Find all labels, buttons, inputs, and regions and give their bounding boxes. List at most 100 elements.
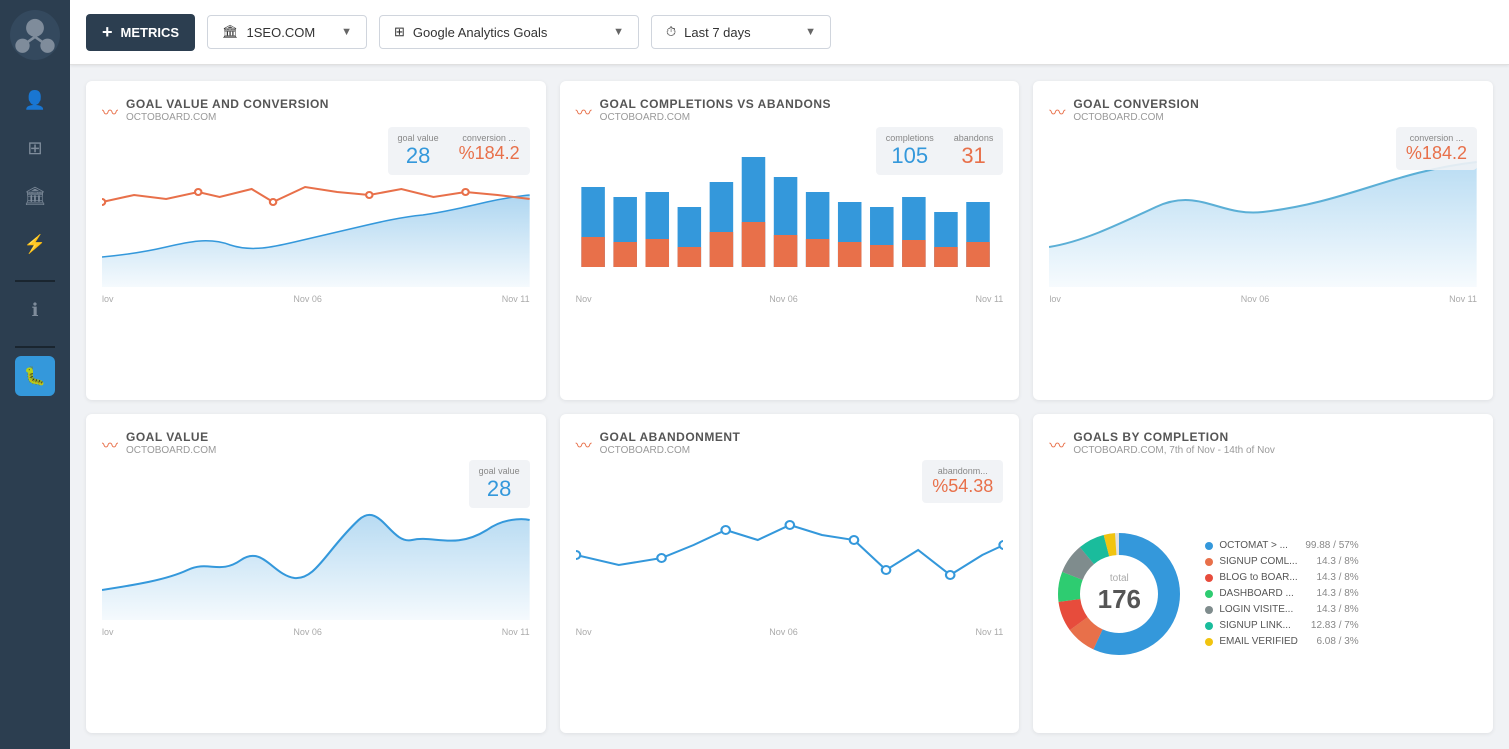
sidebar-item-info[interactable]: ℹ [15, 290, 55, 330]
site-selector[interactable]: 🏛 1SEO.COM ▼ [207, 15, 367, 49]
stat-value-2: %184.2 [459, 143, 520, 164]
legend-item-5: LOGIN VISITE... 14.3 / 8% [1205, 604, 1358, 615]
card-header: 〰 GOAL COMPLETIONS VS ABANDONS OCTOBOARD… [576, 97, 1004, 123]
stat-label-1: completions [886, 133, 934, 143]
card-goal-value: 〰 GOAL VALUE OCTOBOARD.COM goal value 28 [86, 414, 546, 733]
sidebar-item-dashboard[interactable]: ⊞ [15, 128, 55, 168]
legend-dot-2 [1205, 558, 1213, 566]
card-title: GOAL VALUE AND CONVERSION [126, 97, 329, 111]
legend-dot-7 [1205, 638, 1213, 646]
sidebar-item-bug[interactable]: 🐛 [15, 356, 55, 396]
legend-name-3: BLOG to BOAR... [1219, 572, 1310, 583]
stat-label-2: abandons [954, 133, 994, 143]
legend-name-7: EMAIL VERIFIED [1219, 636, 1310, 647]
x-axis: lov Nov 06 Nov 11 [102, 292, 530, 306]
donut-center: total 176 [1098, 573, 1141, 615]
card-subtitle: OCTOBOARD.COM [600, 112, 831, 123]
metrics-label: METRICS [121, 25, 180, 40]
card-body: completions 105 abandons 31 [576, 127, 1004, 384]
legend-item-3: BLOG to BOAR... 14.3 / 8% [1205, 572, 1358, 583]
plus-icon: + [102, 22, 113, 43]
stat-label-2: conversion ... [459, 133, 520, 143]
legend-name-6: SIGNUP LINK... [1219, 620, 1305, 631]
time-label: Last 7 days [684, 25, 751, 40]
legend-name-1: OCTOMAT > ... [1219, 540, 1299, 551]
card-header: 〰 GOAL ABANDONMENT OCTOBOARD.COM [576, 430, 1004, 456]
x-label-2: Nov 06 [1241, 294, 1270, 304]
legend: OCTOMAT > ... 99.88 / 57% SIGNUP COML...… [1205, 540, 1358, 647]
x-label-1: lov [102, 294, 114, 304]
card-title: GOAL VALUE [126, 430, 216, 444]
x-label-2: Nov 06 [293, 627, 322, 637]
card-goals-by-completion: 〰 GOALS BY COMPLETION OCTOBOARD.COM, 7th… [1033, 414, 1493, 733]
card-goal-completions-abandons: 〰 GOAL COMPLETIONS VS ABANDONS OCTOBOARD… [560, 81, 1020, 400]
main-content: + METRICS 🏛 1SEO.COM ▼ ⊞ Google Analytic… [70, 0, 1509, 749]
logo [10, 10, 60, 60]
legend-item-2: SIGNUP COML... 14.3 / 8% [1205, 556, 1358, 567]
bank-icon: 🏛 [222, 24, 239, 40]
x-label-1: lov [1049, 294, 1061, 304]
stat-value-1: 28 [398, 143, 439, 169]
topbar: + METRICS 🏛 1SEO.COM ▼ ⊞ Google Analytic… [70, 0, 1509, 65]
chart-icon: 〰 [102, 99, 118, 123]
chart-icon: 〰 [1049, 432, 1065, 456]
x-label-1: lov [102, 627, 114, 637]
legend-item-7: EMAIL VERIFIED 6.08 / 3% [1205, 636, 1358, 647]
sidebar-item-user[interactable]: 👤 [15, 80, 55, 120]
legend-val-3: 14.3 / 8% [1316, 572, 1358, 583]
legend-dot-6 [1205, 622, 1213, 630]
legend-dot-5 [1205, 606, 1213, 614]
legend-dot-3 [1205, 574, 1213, 582]
x-label-2: Nov 06 [769, 627, 798, 637]
legend-val-1: 99.88 / 57% [1305, 540, 1358, 551]
stats-badge: goal value 28 [469, 460, 530, 508]
legend-name-2: SIGNUP COML... [1219, 556, 1310, 567]
report-label: Google Analytics Goals [413, 25, 547, 40]
card-goal-value-conversion: 〰 GOAL VALUE AND CONVERSION OCTOBOARD.CO… [86, 81, 546, 400]
x-label-2: Nov 06 [769, 294, 798, 304]
card-goal-conversion: 〰 GOAL CONVERSION OCTOBOARD.COM conversi… [1033, 81, 1493, 400]
total-label: total [1098, 573, 1141, 584]
stat-label-1: goal value [479, 466, 520, 476]
dashboard-grid: 〰 GOAL VALUE AND CONVERSION OCTOBOARD.CO… [70, 65, 1509, 749]
legend-item-6: SIGNUP LINK... 12.83 / 7% [1205, 620, 1358, 631]
x-axis: Nov Nov 06 Nov 11 [576, 625, 1004, 639]
legend-val-6: 12.83 / 7% [1311, 620, 1359, 631]
report-selector[interactable]: ⊞ Google Analytics Goals ▼ [379, 15, 639, 49]
x-label-3: Nov 11 [975, 294, 1003, 304]
card-title: GOAL COMPLETIONS VS ABANDONS [600, 97, 831, 111]
x-label-3: Nov 11 [1449, 294, 1477, 304]
card-body: abandonm... %54.38 Nov N [576, 460, 1004, 717]
add-metrics-button[interactable]: + METRICS [86, 14, 195, 51]
site-label: 1SEO.COM [247, 25, 316, 40]
legend-name-5: LOGIN VISITE... [1219, 604, 1310, 615]
legend-name-4: DASHBOARD ... [1219, 588, 1310, 599]
x-label-3: Nov 11 [502, 294, 530, 304]
legend-item-1: OCTOMAT > ... 99.88 / 57% [1205, 540, 1358, 551]
card-subtitle: OCTOBOARD.COM [600, 445, 741, 456]
x-axis: lov Nov 06 Nov 11 [1049, 292, 1477, 306]
card-subtitle: OCTOBOARD.COM, 7th of Nov - 14th of Nov [1073, 445, 1275, 456]
card-title: GOAL ABANDONMENT [600, 430, 741, 444]
x-label-1: Nov [576, 294, 592, 304]
card-header: 〰 GOAL VALUE OCTOBOARD.COM [102, 430, 530, 456]
chevron-down-icon-3: ▼ [805, 26, 816, 38]
clock-icon: ⏱ [666, 24, 676, 40]
chart-icon: 〰 [576, 432, 592, 456]
stats-badge: goal value 28 conversion ... %184.2 [388, 127, 530, 175]
sidebar-item-bolt[interactable]: ⚡ [15, 224, 55, 264]
card-header: 〰 GOAL CONVERSION OCTOBOARD.COM [1049, 97, 1477, 123]
sidebar-divider-2 [15, 346, 55, 348]
x-axis: Nov Nov 06 Nov 11 [576, 292, 1004, 306]
sidebar-item-bank[interactable]: 🏛 [15, 176, 55, 216]
card-header: 〰 GOAL VALUE AND CONVERSION OCTOBOARD.CO… [102, 97, 530, 123]
sidebar-divider [15, 280, 55, 282]
legend-val-7: 6.08 / 3% [1316, 636, 1358, 647]
total-value: 176 [1098, 584, 1141, 615]
sidebar: 👤 ⊞ 🏛 ⚡ ℹ 🐛 [0, 0, 70, 749]
legend-dot-4 [1205, 590, 1213, 598]
time-selector[interactable]: ⏱ Last 7 days ▼ [651, 15, 831, 49]
card-subtitle: OCTOBOARD.COM [126, 112, 329, 123]
chart-icon: 〰 [576, 99, 592, 123]
card-subtitle: OCTOBOARD.COM [126, 445, 216, 456]
